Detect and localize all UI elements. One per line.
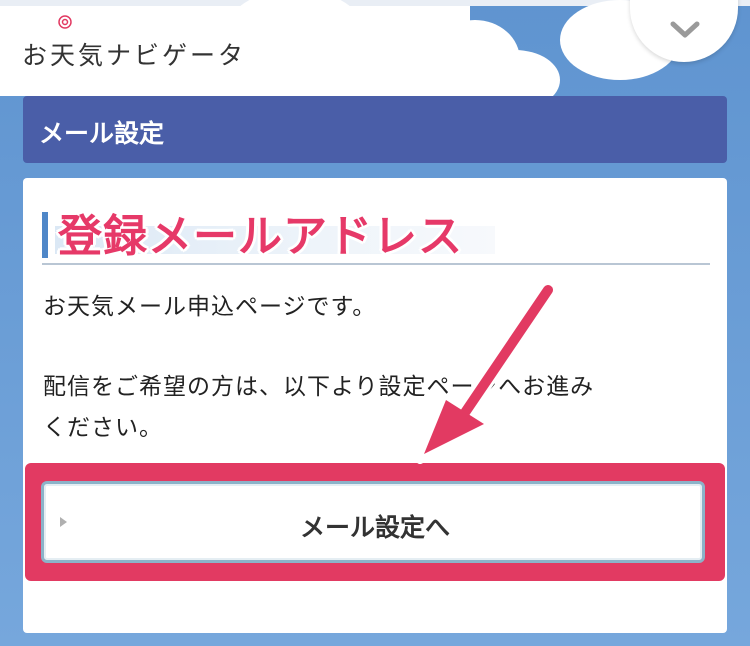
instruction-text: 配信をご希望の方は、以下より設定ページへお進み	[43, 374, 595, 400]
section-heading: 登録メールアドレス	[58, 211, 463, 262]
instruction-text-continued: ください。	[43, 415, 163, 441]
mail-settings-button-label[interactable]: メール設定へ	[0, 508, 750, 544]
section-heading-bar	[42, 212, 48, 258]
site-logo[interactable]: お天気ナビゲータ	[22, 36, 246, 72]
page-title-bar: メール設定	[23, 96, 727, 163]
chevron-down-icon[interactable]	[670, 20, 700, 40]
intro-text: お天気メール申込ページです。	[43, 294, 377, 320]
page-title: メール設定	[39, 119, 165, 148]
